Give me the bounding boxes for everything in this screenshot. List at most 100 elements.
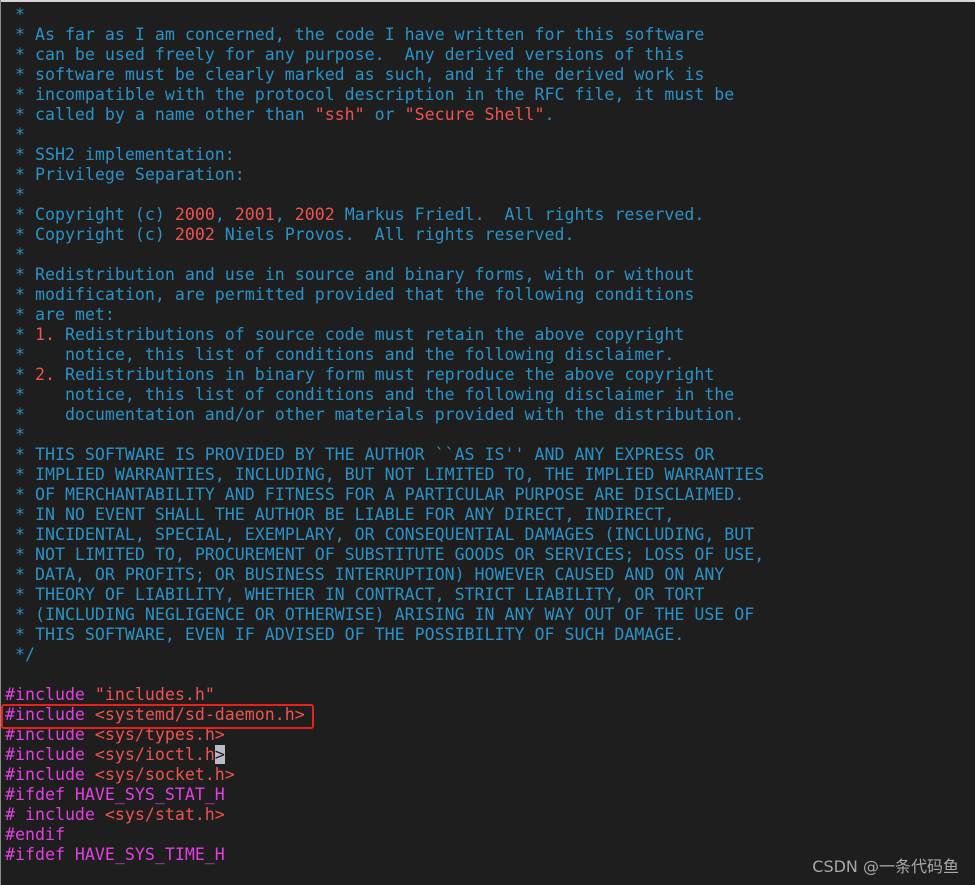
comment-line[interactable]: * Privilege Separation: [5, 165, 764, 185]
code-token: "Secure Shell" [404, 105, 545, 124]
comment-line[interactable]: */ [5, 645, 764, 665]
code-token: * notice, this list of conditions and th… [5, 345, 675, 364]
code-token: #ifdef HAVE_SYS_TIME_H [5, 845, 225, 864]
comment-line[interactable]: * called by a name other than "ssh" or "… [5, 105, 764, 125]
code-token: * THIS SOFTWARE IS PROVIDED BY THE AUTHO… [5, 445, 715, 464]
code-token: * [5, 185, 25, 204]
comment-line[interactable]: * notice, this list of conditions and th… [5, 385, 764, 405]
comment-line[interactable]: * software must be clearly marked as suc… [5, 65, 764, 85]
code-token: , [274, 205, 295, 224]
comment-line[interactable]: * IMPLIED WARRANTIES, INCLUDING, BUT NOT… [5, 465, 764, 485]
code-editor[interactable]: * * As far as I am concerned, the code I… [5, 5, 764, 865]
code-token: * Redistribution and use in source and b… [5, 265, 695, 284]
code-token: * [5, 425, 25, 444]
comment-line[interactable]: * [5, 5, 764, 25]
watermark: CSDN @一条代码鱼 [812, 857, 959, 876]
code-token: * SSH2 implementation: [5, 145, 235, 164]
comment-line[interactable]: * [5, 185, 764, 205]
window-top-border [0, 0, 975, 2]
comment-line[interactable]: * INCIDENTAL, SPECIAL, EXEMPLARY, OR CON… [5, 525, 764, 545]
code-token: * THEORY OF LIABILITY, WHETHER IN CONTRA… [5, 585, 705, 604]
code-token: <sys/ioctl.h [94, 745, 215, 764]
code-token: , [214, 205, 235, 224]
comment-line[interactable]: * NOT LIMITED TO, PROCUREMENT OF SUBSTIT… [5, 545, 764, 565]
code-token: 2002 [294, 205, 335, 224]
comment-line[interactable]: * As far as I am concerned, the code I h… [5, 25, 764, 45]
code-token: * [5, 325, 35, 344]
code-token: #include [5, 745, 95, 764]
code-token: */ [5, 645, 35, 664]
code-token: "ssh" [314, 105, 365, 124]
code-token: 2002 [174, 225, 215, 244]
code-token: 2000 [174, 205, 215, 224]
code-line[interactable]: #include <sys/socket.h> [5, 765, 764, 785]
code-line[interactable]: #ifdef HAVE_SYS_STAT_H [5, 785, 764, 805]
code-token: * called by a name other than [5, 105, 315, 124]
comment-line[interactable]: * IN NO EVENT SHALL THE AUTHOR BE LIABLE… [5, 505, 764, 525]
comment-line[interactable]: * Redistribution and use in source and b… [5, 265, 764, 285]
comment-line[interactable]: * THIS SOFTWARE IS PROVIDED BY THE AUTHO… [5, 445, 764, 465]
code-token: Redistributions in binary form must repr… [54, 365, 715, 384]
code-token: * NOT LIMITED TO, PROCUREMENT OF SUBSTIT… [5, 545, 765, 564]
comment-line[interactable]: * can be used freely for any purpose. An… [5, 45, 764, 65]
comment-line[interactable]: * modification, are permitted provided t… [5, 285, 764, 305]
code-token: * As far as I am concerned, the code I h… [5, 25, 705, 44]
code-token: * [5, 125, 25, 144]
code-token: * DATA, OR PROFITS; OR BUSINESS INTERRUP… [5, 565, 725, 584]
code-line[interactable]: #include "includes.h" [5, 685, 764, 705]
code-token: * incompatible with the protocol descrip… [5, 85, 735, 104]
comment-line[interactable]: * are met: [5, 305, 764, 325]
code-token: 2. [34, 365, 55, 384]
code-token: #include [5, 685, 95, 704]
code-token: . [544, 105, 555, 124]
comment-line[interactable]: * [5, 425, 764, 445]
code-token: <sys/socket.h> [94, 765, 235, 784]
code-token: or [364, 105, 405, 124]
code-token: * documentation and/or other materials p… [5, 405, 745, 424]
code-token: * IMPLIED WARRANTIES, INCLUDING, BUT NOT… [5, 465, 765, 484]
code-line[interactable]: #include <sys/ioctl.h> [5, 745, 764, 765]
code-token: #include [5, 765, 95, 784]
code-token: * are met: [5, 305, 115, 324]
comment-line[interactable]: * [5, 245, 764, 265]
code-token: * THIS SOFTWARE, EVEN IF ADVISED OF THE … [5, 625, 685, 644]
comment-line[interactable]: * [5, 125, 764, 145]
code-token: * OF MERCHANTABILITY AND FITNESS FOR A P… [5, 485, 745, 504]
comment-line[interactable]: * OF MERCHANTABILITY AND FITNESS FOR A P… [5, 485, 764, 505]
comment-line[interactable]: * THEORY OF LIABILITY, WHETHER IN CONTRA… [5, 585, 764, 605]
comment-line[interactable] [5, 665, 764, 685]
comment-line[interactable]: * Copyright (c) 2000, 2001, 2002 Markus … [5, 205, 764, 225]
code-token: * Privilege Separation: [5, 165, 245, 184]
comment-line[interactable]: * documentation and/or other materials p… [5, 405, 764, 425]
code-line[interactable]: # include <sys/stat.h> [5, 805, 764, 825]
code-token: #endif [5, 825, 65, 844]
code-token: * notice, this list of conditions and th… [5, 385, 735, 404]
code-token: * modification, are permitted provided t… [5, 285, 695, 304]
comment-line[interactable]: * 2. Redistributions in binary form must… [5, 365, 764, 385]
code-token: 1. [34, 325, 55, 344]
code-token: * INCIDENTAL, SPECIAL, EXEMPLARY, OR CON… [5, 525, 755, 544]
comment-line[interactable]: * Copyright (c) 2002 Niels Provos. All r… [5, 225, 764, 245]
comment-line[interactable]: * THIS SOFTWARE, EVEN IF ADVISED OF THE … [5, 625, 764, 645]
code-token: Redistributions of source code must reta… [54, 325, 685, 344]
code-line[interactable]: #ifdef HAVE_SYS_TIME_H [5, 845, 764, 865]
comment-line[interactable]: * notice, this list of conditions and th… [5, 345, 764, 365]
code-line[interactable]: #endif [5, 825, 764, 845]
comment-line[interactable]: * incompatible with the protocol descrip… [5, 85, 764, 105]
code-token: Niels Provos. All rights reserved. [214, 225, 575, 244]
annotation-highlight-box [1, 704, 314, 729]
code-token: <sys/stat.h> [104, 805, 225, 824]
code-token: * [5, 365, 35, 384]
comment-line[interactable]: * SSH2 implementation: [5, 145, 764, 165]
code-token: * software must be clearly marked as suc… [5, 65, 705, 84]
code-token: 2001 [234, 205, 275, 224]
comment-line[interactable]: * (INCLUDING NEGLIGENCE OR OTHERWISE) AR… [5, 605, 764, 625]
window-left-border [0, 0, 1, 885]
comment-line[interactable]: * 1. Redistributions of source code must… [5, 325, 764, 345]
comment-line[interactable]: * DATA, OR PROFITS; OR BUSINESS INTERRUP… [5, 565, 764, 585]
code-token: "includes.h" [94, 685, 215, 704]
code-token: * IN NO EVENT SHALL THE AUTHOR BE LIABLE… [5, 505, 675, 524]
code-token: * (INCLUDING NEGLIGENCE OR OTHERWISE) AR… [5, 605, 755, 624]
code-token: #ifdef HAVE_SYS_STAT_H [5, 785, 225, 804]
code-token: * Copyright (c) [5, 225, 175, 244]
